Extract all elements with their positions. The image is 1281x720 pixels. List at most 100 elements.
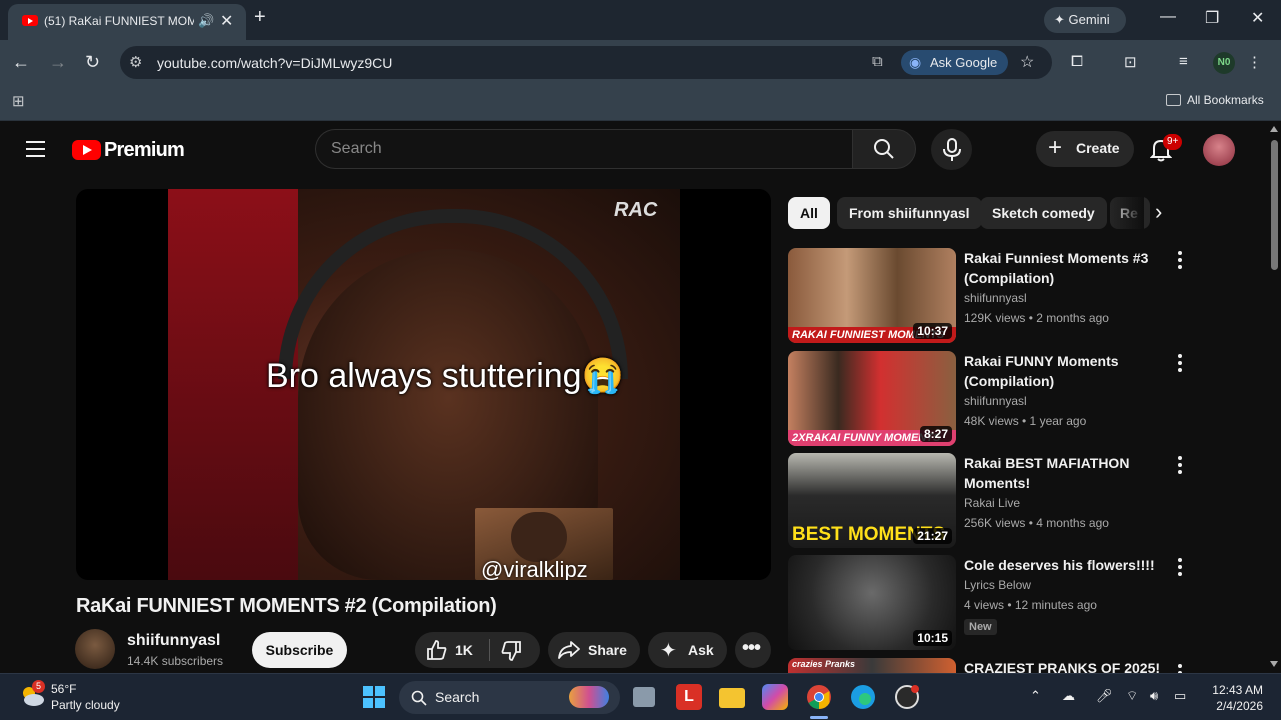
ask-button[interactable]: ✦ Ask: [648, 632, 727, 668]
weather-widget[interactable]: 5: [18, 680, 46, 715]
tab-search-icon[interactable]: ⊡: [1124, 53, 1137, 71]
minimize-button[interactable]: —: [1160, 8, 1176, 26]
cloud-sync-icon[interactable]: ☁: [1062, 688, 1075, 704]
recommendation-title[interactable]: Rakai FUNNY Moments (Compilation): [964, 351, 1164, 391]
cast-icon[interactable]: ⧉: [872, 53, 883, 70]
channel-name[interactable]: shiifunnyasl: [127, 632, 220, 650]
video-title: RaKai FUNNIEST MOMENTS #2 (Compilation): [76, 595, 497, 617]
search-button[interactable]: [852, 129, 916, 169]
scroll-up-arrow-icon[interactable]: [1270, 126, 1278, 132]
chrome-icon[interactable]: [806, 684, 832, 710]
search-input[interactable]: [331, 140, 831, 158]
recommendation-title[interactable]: Rakai BEST MAFIATHON Moments!: [964, 453, 1164, 493]
restore-button[interactable]: ❐: [1205, 8, 1219, 28]
forward-button[interactable]: →: [49, 52, 67, 73]
video-thumbnail[interactable]: 2XRAKAI FUNNY MOMENTS 8:27: [788, 351, 956, 446]
channel-avatar[interactable]: [75, 629, 115, 669]
apps-grid-icon[interactable]: ⊞: [12, 92, 25, 110]
recommendation-channel[interactable]: shiifunnyasl: [964, 291, 1027, 305]
chip-from-channel[interactable]: From shiifunnyasl: [837, 197, 982, 229]
chevron-right-icon[interactable]: ›: [1155, 199, 1162, 225]
speaker-icon[interactable]: 🔊: [198, 13, 214, 29]
more-vert-icon[interactable]: [1178, 664, 1184, 673]
recommendation-item[interactable]: 10:15 Cole deserves his flowers!!!! Lyri…: [788, 555, 1198, 652]
video-thumbnail[interactable]: crazies Pranks: [788, 658, 956, 673]
recommendation-channel[interactable]: shiifunnyasl: [964, 394, 1027, 408]
subscribe-button[interactable]: Subscribe: [252, 632, 347, 668]
recommendation-item[interactable]: crazies Pranks CRAZIEST PRANKS OF 2025!: [788, 658, 1198, 673]
battery-icon[interactable]: ▭: [1174, 688, 1186, 704]
wifi-icon[interactable]: ⌔: [1126, 688, 1138, 704]
video-duration: 10:37: [913, 323, 952, 339]
microphone-tray-icon[interactable]: 🎤︎: [1096, 688, 1113, 704]
new-tab-button[interactable]: +: [254, 6, 266, 29]
more-vert-icon[interactable]: [1178, 456, 1184, 477]
volume-icon[interactable]: 🔊︎: [1150, 688, 1158, 704]
dislike-icon[interactable]: [500, 640, 522, 662]
recommendation-item[interactable]: BEST MOMENTS 21:27 Rakai BEST MAFIATHON M…: [788, 453, 1198, 550]
more-actions-button[interactable]: •••: [735, 632, 771, 668]
chip-sketch-comedy[interactable]: Sketch comedy: [980, 197, 1107, 229]
video-player[interactable]: RAC Bro always stuttering😭 @viralklipz: [76, 189, 771, 580]
video-thumbnail[interactable]: RAKAI FUNNIEST MOMENTS 10:37: [788, 248, 956, 343]
recommendation-channel[interactable]: Rakai Live: [964, 496, 1020, 510]
profile-avatar[interactable]: N0: [1213, 52, 1235, 74]
more-vert-icon[interactable]: [1178, 558, 1184, 579]
media-controls-icon[interactable]: ≡: [1179, 53, 1188, 70]
tray-overflow-icon[interactable]: ⌃: [1030, 688, 1041, 704]
scrollbar-thumb[interactable]: [1271, 140, 1278, 270]
plus-icon: +: [1048, 134, 1063, 161]
page-scrollbar[interactable]: [1268, 122, 1281, 673]
site-info-icon[interactable]: ⚙: [129, 53, 142, 71]
game-app-icon[interactable]: [894, 684, 920, 710]
tab-close-icon[interactable]: ✕: [220, 11, 233, 31]
lenovo-app-icon[interactable]: L: [676, 684, 702, 710]
more-vert-icon[interactable]: [1178, 354, 1184, 375]
recommendation-title[interactable]: Cole deserves his flowers!!!!: [964, 555, 1164, 575]
extensions-icon[interactable]: ⧠: [1071, 53, 1083, 70]
like-count[interactable]: 1K: [455, 642, 473, 658]
chip-all[interactable]: All: [788, 197, 830, 229]
voice-search-button[interactable]: [931, 129, 972, 170]
share-button[interactable]: Share: [548, 632, 640, 668]
gemini-button[interactable]: ✦ Gemini: [1044, 7, 1126, 33]
windows-start-icon[interactable]: [361, 684, 387, 710]
recommendation-title[interactable]: Rakai Funniest Moments #3 (Compilation): [964, 248, 1164, 288]
recommendation-meta: 256K views • 4 months ago: [964, 516, 1109, 530]
menu-kebab-icon[interactable]: ⋮: [1247, 53, 1262, 71]
recommendation-item[interactable]: RAKAI FUNNIEST MOMENTS 10:37 Rakai Funni…: [788, 248, 1198, 345]
video-thumbnail[interactable]: 10:15: [788, 555, 956, 650]
youtube-header: Premium + Create 9+: [0, 122, 1268, 178]
title-line: Rakai Funniest Moments #3: [964, 250, 1149, 266]
back-button[interactable]: ←: [12, 52, 30, 73]
window-close-button[interactable]: ✕: [1251, 8, 1264, 28]
all-bookmarks-button[interactable]: All Bookmarks: [1166, 93, 1264, 107]
url-text[interactable]: youtube.com/watch?v=DiJMLwyz9CU: [157, 55, 392, 71]
youtube-brand-label[interactable]: Premium: [104, 139, 185, 162]
task-view-icon[interactable]: [633, 687, 655, 707]
recommendation-item[interactable]: 2XRAKAI FUNNY MOMENTS 8:27 Rakai FUNNY M…: [788, 351, 1198, 448]
youtube-logo-icon[interactable]: [72, 140, 101, 160]
taskbar-search[interactable]: Search: [399, 681, 620, 714]
all-bookmarks-label: All Bookmarks: [1187, 93, 1264, 107]
edge-icon[interactable]: [850, 684, 876, 710]
like-icon[interactable]: [426, 639, 448, 661]
address-bar[interactable]: ⚙ youtube.com/watch?v=DiJMLwyz9CU ⧉ ◉ As…: [120, 46, 1052, 79]
bookmark-star-icon[interactable]: ☆: [1020, 52, 1034, 72]
video-duration: 10:15: [913, 630, 952, 646]
more-vert-icon[interactable]: [1178, 251, 1184, 272]
browser-tab-active[interactable]: (51) RaKai FUNNIEST MOMENTS #2 (Compilat…: [8, 4, 246, 40]
ask-google-button[interactable]: ◉ Ask Google: [901, 50, 1008, 75]
reload-button[interactable]: ↻: [85, 52, 100, 73]
account-avatar[interactable]: [1203, 134, 1235, 166]
hamburger-menu-icon[interactable]: [26, 141, 45, 157]
microsoft-365-icon[interactable]: [762, 684, 788, 710]
video-thumbnail[interactable]: BEST MOMENTS 21:27: [788, 453, 956, 548]
file-explorer-icon[interactable]: [719, 688, 745, 708]
scroll-down-arrow-icon[interactable]: [1270, 661, 1278, 667]
create-button[interactable]: + Create: [1036, 131, 1134, 167]
search-icon: [874, 139, 894, 159]
recommendation-title[interactable]: CRAZIEST PRANKS OF 2025!: [964, 658, 1164, 673]
recommendation-channel[interactable]: Lyrics Below: [964, 578, 1031, 592]
taskbar-clock[interactable]: 12:43 AM 2/4/2026: [1208, 682, 1263, 714]
